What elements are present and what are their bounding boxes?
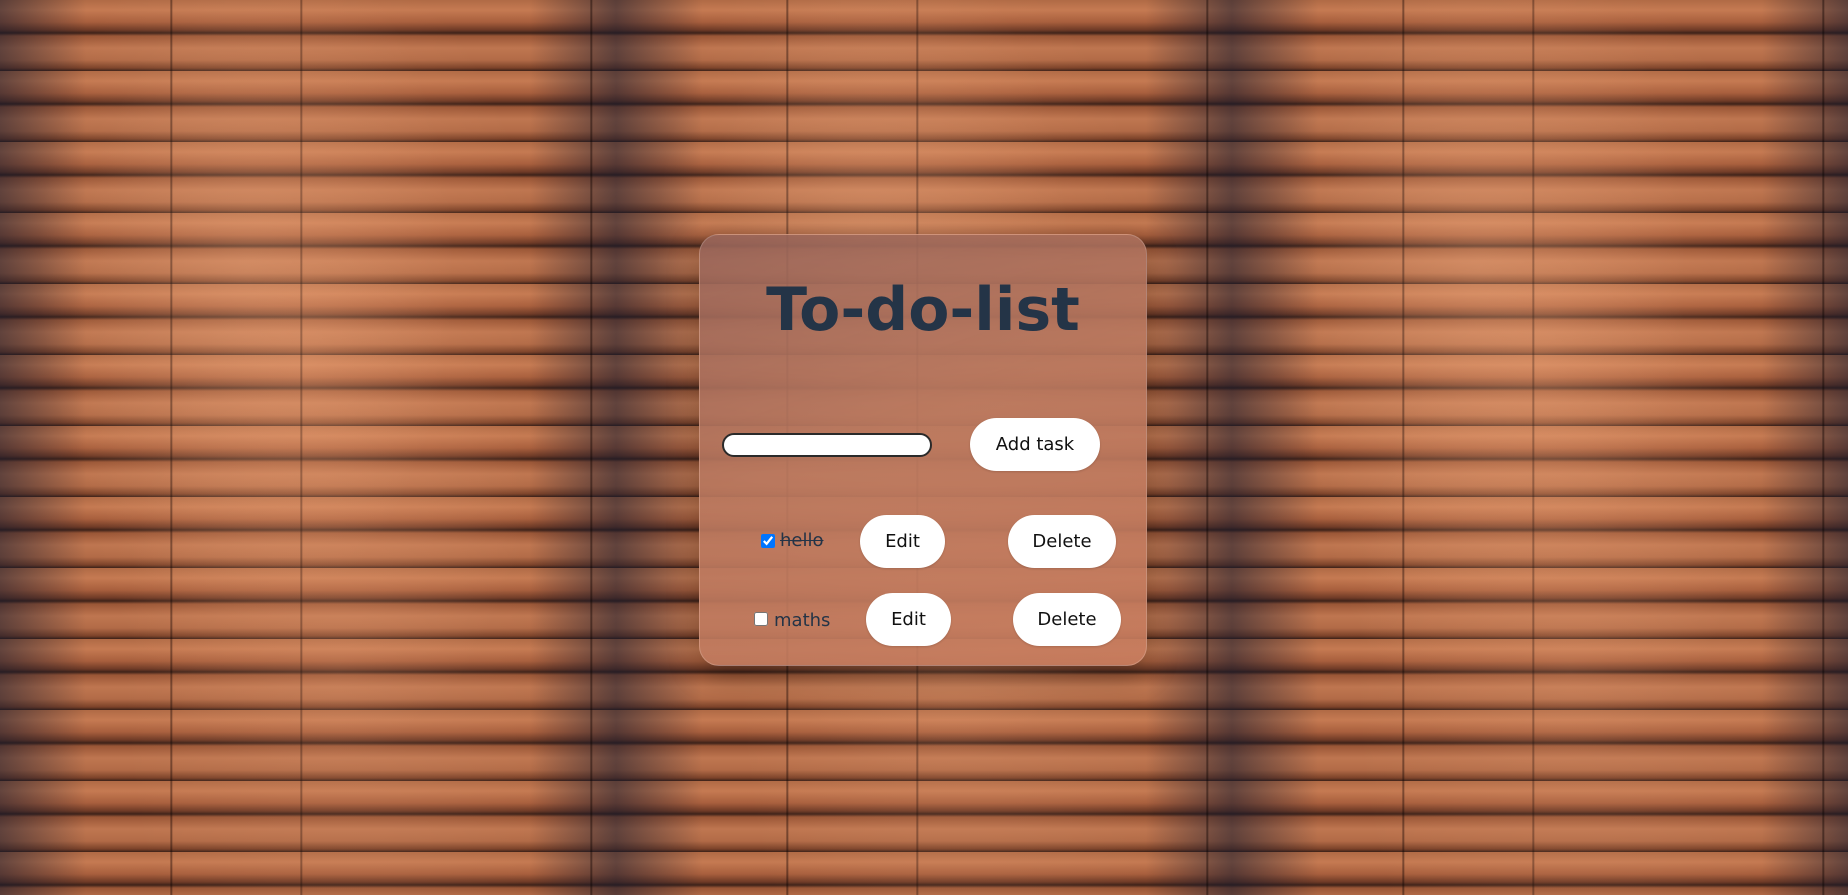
add-task-button[interactable]: Add task [970,418,1100,471]
task-text: maths [774,610,831,631]
edit-button[interactable]: Edit [866,593,951,646]
edit-button[interactable]: Edit [860,515,945,568]
task-text: hello [780,530,824,551]
delete-button[interactable]: Delete [1013,593,1121,646]
new-task-input[interactable] [722,433,932,457]
todo-card: To-do-list Add task hello Edit Delete ma… [699,234,1147,666]
task-checkbox[interactable] [761,534,775,548]
background-tile [0,0,616,895]
background-tile [1232,0,1848,895]
task-checkbox[interactable] [754,612,768,626]
task-row: hello Edit Delete [700,515,1146,568]
task-row: maths Edit Delete [700,593,1146,646]
page-title: To-do-list [766,275,1080,345]
delete-button[interactable]: Delete [1008,515,1116,568]
